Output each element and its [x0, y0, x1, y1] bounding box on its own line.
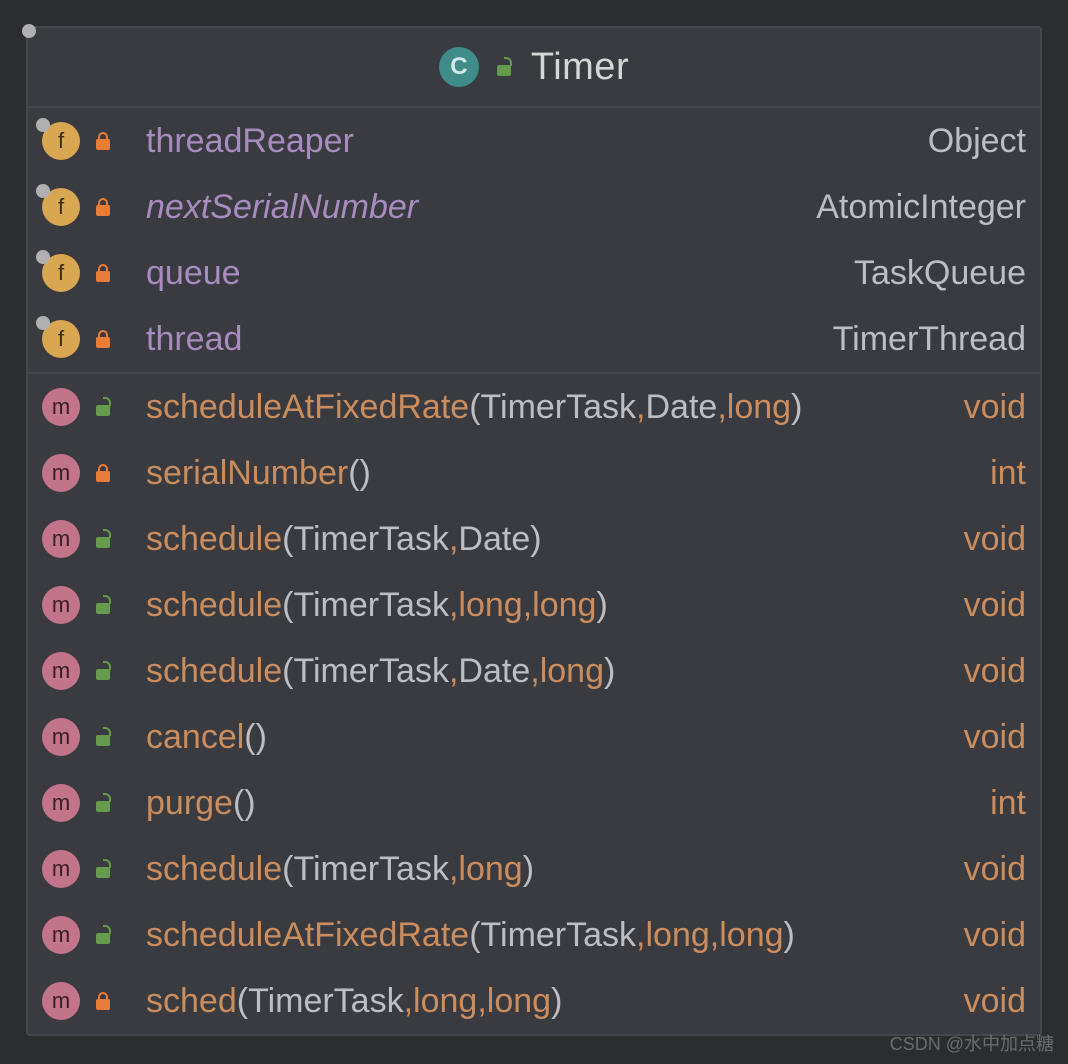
method-icon: m — [42, 586, 80, 624]
method-row[interactable]: m scheduleAtFixedRate(TimerTask, Date, lo… — [28, 374, 1040, 440]
method-row[interactable]: m schedule(TimerTask, Date, long) void — [28, 638, 1040, 704]
unlock-icon — [497, 58, 513, 76]
row-icons: m — [42, 916, 132, 954]
lock-icon — [96, 132, 110, 150]
row-icons: m — [42, 982, 132, 1020]
method-icon: m — [42, 652, 80, 690]
method-signature: schedule(TimerTask, Date, long) — [146, 652, 932, 691]
method-icon: m — [42, 982, 80, 1020]
method-signature: purge() — [146, 784, 958, 823]
unlock-icon — [96, 530, 112, 548]
field-row[interactable]: f nextSerialNumber AtomicInteger — [28, 174, 1040, 240]
field-icon: f — [42, 254, 80, 292]
unlock-icon — [96, 398, 112, 416]
lock-icon — [96, 464, 110, 482]
class-name-label: Timer — [531, 46, 629, 89]
method-icon: m — [42, 916, 80, 954]
method-signature: schedule(TimerTask, long) — [146, 850, 932, 889]
method-row[interactable]: m sched(TimerTask, long, long) void — [28, 968, 1040, 1034]
row-icons: f — [42, 188, 132, 226]
method-row[interactable]: m purge() int — [28, 770, 1040, 836]
field-type: TaskQueue — [836, 254, 1026, 293]
return-type: void — [946, 520, 1026, 559]
static-marker-icon — [22, 24, 36, 38]
method-row[interactable]: m scheduleAtFixedRate(TimerTask, long, lo… — [28, 902, 1040, 968]
method-row[interactable]: m cancel() void — [28, 704, 1040, 770]
method-signature: cancel() — [146, 718, 932, 757]
row-icons: f — [42, 122, 132, 160]
method-icon: m — [42, 520, 80, 558]
field-type: Object — [910, 122, 1026, 161]
fields-section: f threadReaper Object f nextSerialNumber Atom… — [28, 108, 1040, 372]
unlock-icon — [96, 860, 112, 878]
unlock-icon — [96, 728, 112, 746]
return-type: void — [946, 388, 1026, 427]
methods-section: m scheduleAtFixedRate(TimerTask, Date, lo… — [28, 374, 1040, 1034]
method-icon: m — [42, 388, 80, 426]
method-icon: m — [42, 850, 80, 888]
method-row[interactable]: m serialNumber() int — [28, 440, 1040, 506]
unlock-icon — [96, 794, 112, 812]
return-type: int — [972, 454, 1026, 493]
method-signature: schedule(TimerTask, Date) — [146, 520, 932, 559]
row-icons: m — [42, 586, 132, 624]
row-icons: m — [42, 718, 132, 756]
class-header[interactable]: C Timer — [28, 28, 1040, 108]
return-type: void — [946, 916, 1026, 955]
return-type: void — [946, 982, 1026, 1021]
return-type: void — [946, 718, 1026, 757]
row-icons: m — [42, 850, 132, 888]
field-icon: f — [42, 122, 80, 160]
field-icon: f — [42, 188, 80, 226]
field-row[interactable]: f threadReaper Object — [28, 108, 1040, 174]
method-row[interactable]: m schedule(TimerTask, Date) void — [28, 506, 1040, 572]
return-type: void — [946, 586, 1026, 625]
field-type: TimerThread — [815, 320, 1026, 359]
row-icons: f — [42, 320, 132, 358]
method-signature: serialNumber() — [146, 454, 958, 493]
row-icons: f — [42, 254, 132, 292]
watermark: CSDN @水中加点糖 — [890, 1030, 1054, 1056]
field-row[interactable]: f queue TaskQueue — [28, 240, 1040, 306]
method-icon: m — [42, 454, 80, 492]
static-marker-icon — [36, 316, 50, 330]
lock-icon — [96, 330, 110, 348]
field-name: thread — [146, 320, 801, 359]
row-icons: m — [42, 520, 132, 558]
field-name: queue — [146, 254, 822, 293]
row-icons: m — [42, 388, 132, 426]
static-marker-icon — [36, 250, 50, 264]
class-icon: C — [439, 47, 479, 87]
class-structure-panel: C Timer f threadReaper Object f nextSerialNu… — [26, 26, 1042, 1036]
lock-icon — [96, 992, 110, 1010]
method-icon: m — [42, 784, 80, 822]
method-row[interactable]: m schedule(TimerTask, long) void — [28, 836, 1040, 902]
field-row[interactable]: f thread TimerThread — [28, 306, 1040, 372]
field-name: threadReaper — [146, 122, 896, 161]
unlock-icon — [96, 596, 112, 614]
unlock-icon — [96, 926, 112, 944]
method-signature: scheduleAtFixedRate(TimerTask, long, lon… — [146, 916, 932, 955]
method-signature: sched(TimerTask, long, long) — [146, 982, 932, 1021]
field-name: nextSerialNumber — [146, 188, 784, 227]
lock-icon — [96, 264, 110, 282]
unlock-icon — [96, 662, 112, 680]
row-icons: m — [42, 454, 132, 492]
static-marker-icon — [36, 118, 50, 132]
field-type: AtomicInteger — [798, 188, 1026, 227]
return-type: void — [946, 850, 1026, 889]
row-icons: m — [42, 652, 132, 690]
field-icon: f — [42, 320, 80, 358]
lock-icon — [96, 198, 110, 216]
method-signature: schedule(TimerTask, long, long) — [146, 586, 932, 625]
row-icons: m — [42, 784, 132, 822]
method-icon: m — [42, 718, 80, 756]
method-signature: scheduleAtFixedRate(TimerTask, Date, lon… — [146, 388, 932, 427]
return-type: void — [946, 652, 1026, 691]
static-marker-icon — [36, 184, 50, 198]
return-type: int — [972, 784, 1026, 823]
method-row[interactable]: m schedule(TimerTask, long, long) void — [28, 572, 1040, 638]
